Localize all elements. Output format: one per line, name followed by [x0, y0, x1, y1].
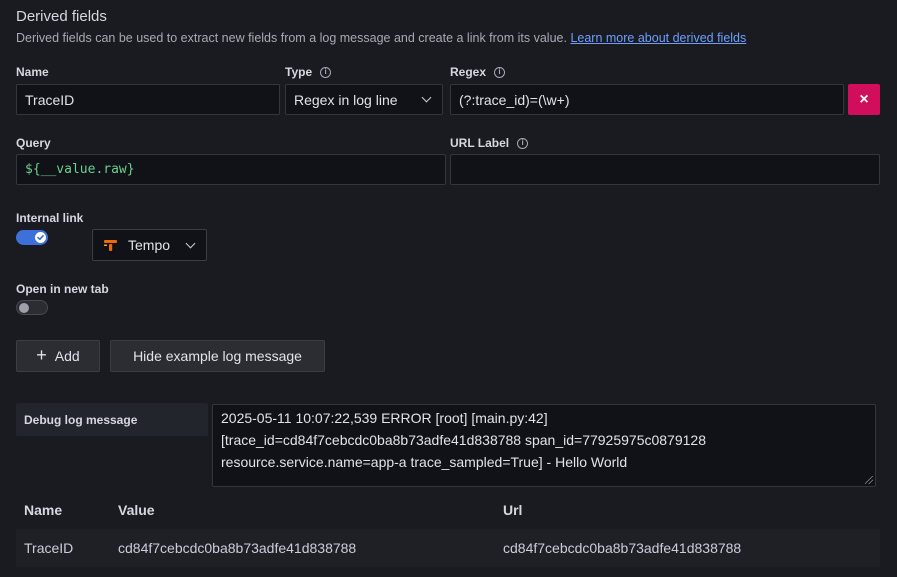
internal-link-label: Internal link — [16, 211, 83, 225]
regex-label-text: Regex — [450, 65, 487, 79]
new-tab-label: Open in new tab — [16, 282, 109, 296]
datasource-picker[interactable]: Tempo — [92, 229, 207, 261]
hide-example-button-label: Hide example log message — [133, 348, 302, 364]
table-cell-url: cd84f7cebcdc0ba8b73adfe41d838788 — [503, 540, 742, 556]
query-input[interactable]: ${__value.raw} — [16, 154, 446, 185]
info-icon[interactable]: i — [320, 66, 332, 78]
delete-field-button[interactable]: × — [848, 84, 880, 115]
url-label-input[interactable] — [450, 154, 880, 185]
table-header-url: Url — [503, 502, 523, 518]
new-tab-label-text: Open in new tab — [16, 282, 109, 296]
close-icon: × — [859, 90, 869, 108]
url-label-label-text: URL Label — [450, 136, 510, 150]
query-label-text: Query — [16, 136, 51, 150]
name-input-value: TraceID — [25, 91, 75, 108]
type-label-text: Type — [285, 65, 313, 79]
debug-log-line: [trace_id=cd84f7cebcdc0ba8b73adfe41d8387… — [221, 432, 706, 448]
internal-link-label-text: Internal link — [16, 211, 84, 225]
regex-label: Regex i — [450, 65, 506, 79]
query-label: Query — [16, 136, 51, 150]
regex-input[interactable]: (?:trace_id)=(\w+) — [450, 84, 844, 115]
table-header-name: Name — [24, 502, 63, 518]
chevron-down-icon — [421, 92, 432, 103]
debug-log-textarea[interactable]: 2025-05-11 10:07:22,539 ERROR [root] [ma… — [212, 404, 876, 487]
info-icon[interactable]: i — [517, 137, 529, 149]
section-description: Derived fields can be used to extract ne… — [16, 31, 746, 45]
name-label-text: Name — [16, 65, 49, 79]
table-cell-value: cd84f7cebcdc0ba8b73adfe41d838788 — [118, 540, 357, 556]
open-new-tab-toggle[interactable] — [16, 300, 48, 315]
name-input[interactable]: TraceID — [16, 84, 280, 115]
add-button-label: Add — [54, 348, 80, 364]
type-select-value: Regex in log line — [294, 91, 398, 108]
type-select[interactable]: Regex in log line — [285, 84, 443, 115]
resize-handle-icon[interactable] — [865, 476, 873, 484]
name-label: Name — [16, 65, 49, 79]
description-text: Derived fields can be used to extract ne… — [16, 31, 567, 45]
debug-log-line: resource.service.name=app-a trace_sample… — [221, 454, 628, 470]
toggle-knob — [19, 302, 29, 313]
internal-link-toggle[interactable] — [16, 230, 48, 245]
hide-example-button[interactable]: Hide example log message — [110, 340, 325, 372]
debug-log-label: Debug log message — [16, 403, 208, 436]
query-input-value: ${__value.raw} — [25, 162, 135, 177]
section-title: Derived fields — [16, 8, 107, 25]
type-label: Type i — [285, 65, 332, 79]
add-button[interactable]: + Add — [16, 340, 100, 372]
table-cell-name: TraceID — [24, 540, 74, 556]
tempo-logo-icon — [104, 239, 117, 251]
regex-input-value: (?:trace_id)=(\w+) — [459, 91, 570, 108]
url-label-label: URL Label i — [450, 136, 529, 150]
table-header-value: Value — [118, 502, 155, 518]
check-icon — [37, 235, 44, 241]
datasource-picker-value: Tempo — [128, 237, 171, 253]
info-icon[interactable]: i — [494, 66, 506, 78]
debug-log-label-text: Debug log message — [24, 412, 138, 427]
chevron-down-icon — [185, 238, 196, 248]
plus-icon: + — [36, 344, 47, 365]
datasource-picker-content: Tempo — [101, 237, 170, 253]
learn-more-link[interactable]: Learn more about derived fields — [570, 31, 746, 45]
debug-log-line: 2025-05-11 10:07:22,539 ERROR [root] [ma… — [221, 410, 548, 426]
toggle-knob — [35, 232, 46, 243]
